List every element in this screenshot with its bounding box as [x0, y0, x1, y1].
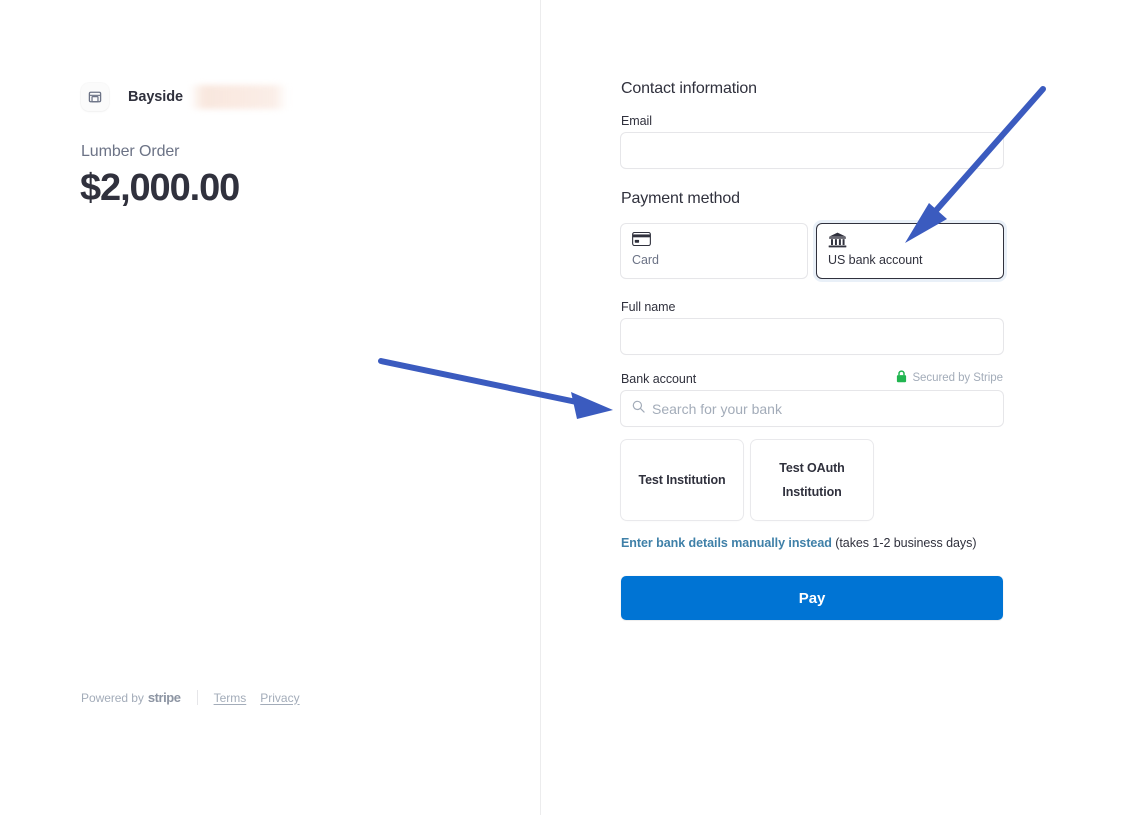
institution-name: Test Institution [638, 468, 725, 492]
bank-account-label: Bank account [621, 372, 696, 386]
order-total-amount: $2,000.00 [80, 166, 239, 212]
redacted-merchant-detail [191, 85, 287, 109]
bank-account-header: Bank account Secured by Stripe [621, 370, 1003, 386]
contact-information-heading: Contact information [621, 80, 1003, 98]
secured-by-stripe-label: Secured by Stripe [912, 372, 1003, 384]
secured-by-stripe-badge: Secured by Stripe [896, 370, 1003, 386]
enter-bank-details-manually-link[interactable]: Enter bank details manually instead [621, 536, 832, 550]
manual-entry-note: (takes 1-2 business days) [835, 536, 976, 550]
privacy-link[interactable]: Privacy [260, 691, 299, 705]
payment-method-tab-card[interactable]: Card [621, 224, 807, 278]
pay-button[interactable]: Pay [621, 576, 1003, 620]
order-summary-panel: Bayside Lumber Order $2,000.00 Powered b… [0, 0, 540, 815]
payment-form: Contact information Email Payment method… [621, 80, 1003, 620]
bank-search-input[interactable] [621, 391, 1003, 426]
institution-card-test-oauth-institution[interactable]: Test OAuth Institution [751, 440, 873, 520]
bank-icon [828, 232, 992, 250]
footer: Powered by stripe Terms Privacy [81, 690, 300, 705]
bank-search-field [621, 391, 1003, 426]
payment-method-tabs: Card US bank accou [621, 224, 1003, 278]
institution-name: Test OAuth Institution [761, 456, 863, 505]
merchant-name: Bayside [128, 89, 183, 105]
stripe-checkout-page: Bayside Lumber Order $2,000.00 Powered b… [0, 0, 1128, 815]
full-name-label: Full name [621, 300, 1003, 314]
footer-divider [197, 690, 198, 705]
payment-method-tab-card-label: Card [632, 253, 796, 267]
stripe-wordmark: stripe [148, 690, 181, 705]
panel-divider [540, 0, 541, 815]
merchant-header: Bayside [81, 82, 287, 112]
full-name-input[interactable] [621, 319, 1003, 354]
lock-icon [896, 370, 907, 386]
payment-form-panel: Contact information Email Payment method… [540, 0, 1128, 815]
institution-card-test-institution[interactable]: Test Institution [621, 440, 743, 520]
institution-list: Test Institution Test OAuth Institution [621, 440, 1003, 520]
email-input[interactable] [621, 133, 1003, 168]
credit-card-icon [632, 232, 796, 250]
payment-method-tab-us-bank-account[interactable]: US bank account [817, 224, 1003, 278]
terms-link[interactable]: Terms [214, 691, 247, 705]
storefront-icon [81, 83, 109, 111]
email-label: Email [621, 114, 1003, 128]
powered-by-label: Powered by [81, 691, 144, 705]
payment-method-heading: Payment method [621, 190, 1003, 208]
payment-method-tab-us-bank-account-label: US bank account [828, 253, 992, 267]
manual-entry-row: Enter bank details manually instead (tak… [621, 536, 1003, 550]
order-description: Lumber Order [81, 143, 179, 161]
